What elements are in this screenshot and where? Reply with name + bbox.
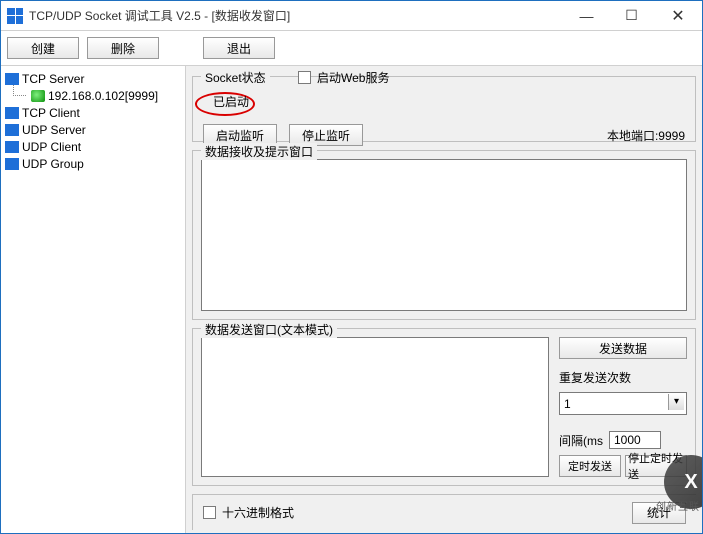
server-icon [5, 124, 19, 136]
app-icon [7, 8, 23, 24]
title-bar: TCP/UDP Socket 调试工具 V2.5 - [数据收发窗口] — ☐ … [1, 1, 702, 31]
tree-udp-server[interactable]: UDP Server [3, 121, 183, 138]
exit-button[interactable]: 退出 [203, 37, 275, 59]
stats-button[interactable]: 统计 [632, 502, 686, 524]
local-port-label: 本地端口:9999 [607, 127, 685, 144]
main-area: TCP Server 192.168.0.102[9999] TCP Clien… [1, 66, 702, 533]
window-title: TCP/UDP Socket 调试工具 V2.5 - [数据收发窗口] [29, 7, 564, 24]
tree-tcp-server[interactable]: TCP Server [3, 70, 183, 87]
repeat-count-combo[interactable]: 1 [559, 392, 687, 415]
group-icon [5, 158, 19, 170]
maximize-button[interactable]: ☐ [609, 1, 654, 30]
repeat-count-label: 重复发送次数 [559, 369, 687, 386]
window-controls: — ☐ ✕ [564, 1, 702, 30]
data-receive-group: 数据接收及提示窗口 [192, 150, 696, 320]
close-button[interactable]: ✕ [654, 1, 702, 30]
interval-label: 间隔(ms [559, 432, 603, 449]
tree-udp-client[interactable]: UDP Client [3, 138, 183, 155]
data-receive-legend: 数据接收及提示窗口 [201, 143, 317, 160]
delete-button[interactable]: 删除 [87, 37, 159, 59]
data-send-legend: 数据发送窗口(文本模式) [201, 321, 337, 338]
client-icon [5, 141, 19, 153]
connection-tree: TCP Server 192.168.0.102[9999] TCP Clien… [1, 66, 186, 533]
web-service-label: 启动Web服务 [317, 69, 389, 86]
active-node-icon [31, 90, 45, 102]
socket-status-group: Socket状态 启动Web服务 已启动 启动监听 停止监听 本地端口:9999 [192, 76, 696, 142]
web-service-checkbox[interactable] [298, 71, 311, 84]
send-controls: 发送数据 重复发送次数 1 间隔(ms 1000 定时发送 停止定时发送 [559, 337, 687, 477]
create-button[interactable]: 创建 [7, 37, 79, 59]
interval-input[interactable]: 1000 [609, 431, 661, 449]
tree-tcp-server-child[interactable]: 192.168.0.102[9999] [3, 87, 183, 104]
minimize-button[interactable]: — [564, 1, 609, 30]
tree-udp-group[interactable]: UDP Group [3, 155, 183, 172]
client-icon [5, 107, 19, 119]
server-icon [5, 73, 19, 85]
data-receive-textarea[interactable] [201, 159, 687, 311]
tree-tcp-client[interactable]: TCP Client [3, 104, 183, 121]
data-send-textarea[interactable] [201, 337, 549, 477]
socket-status-legend: Socket状态 [201, 69, 270, 86]
hex-format-row: 十六进制格式 统计 [192, 494, 696, 530]
hex-checkbox[interactable] [203, 506, 216, 519]
stop-timed-send-button[interactable]: 停止定时发送 [625, 455, 687, 477]
content-panel: Socket状态 启动Web服务 已启动 启动监听 停止监听 本地端口:9999… [186, 66, 702, 533]
timed-send-button[interactable]: 定时发送 [559, 455, 621, 477]
hex-label: 十六进制格式 [222, 504, 294, 521]
send-data-button[interactable]: 发送数据 [559, 337, 687, 359]
toolbar: 创建 删除 退出 [1, 31, 702, 66]
data-send-group: 数据发送窗口(文本模式) 发送数据 重复发送次数 1 间隔(ms 1000 定时… [192, 328, 696, 486]
status-text: 已启动 [213, 95, 249, 109]
